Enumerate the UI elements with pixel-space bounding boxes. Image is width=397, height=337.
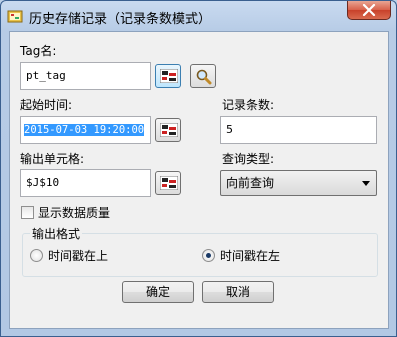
show-quality-checkbox[interactable]: [21, 206, 34, 219]
cell-picker-icon: [160, 176, 178, 190]
radio-timestamp-top-label: 时间戳在上: [48, 249, 109, 263]
show-quality-label: 显示数据质量: [38, 206, 111, 220]
magnifier-icon: [196, 69, 212, 85]
start-time-value: 2015-07-03 19:20:00: [24, 124, 145, 136]
tag-picker-button[interactable]: [155, 64, 181, 88]
radio-timestamp-left[interactable]: [202, 249, 215, 262]
output-format-title: 输出格式: [30, 225, 83, 242]
window-title: 历史存储记录（记录条数模式）: [29, 12, 212, 27]
radio-selected-dot: [206, 253, 211, 258]
tag-input[interactable]: pt_tag: [20, 62, 151, 90]
title-bar[interactable]: 历史存储记录（记录条数模式）: [1, 1, 396, 31]
cell-picker-icon: [160, 123, 178, 137]
close-button[interactable]: [347, 1, 391, 20]
tag-label: Tag名:: [20, 44, 57, 58]
record-count-input[interactable]: 5: [220, 116, 377, 144]
search-tag-button[interactable]: [190, 64, 216, 88]
cell-picker-icon: [160, 69, 178, 83]
dialog-window: 历史存储记录（记录条数模式） Tag名: pt_tag 起始时间: 2015-0…: [0, 0, 397, 337]
output-cell-label: 输出单元格:: [20, 152, 85, 166]
radio-timestamp-top[interactable]: [30, 249, 43, 262]
start-time-label: 起始时间:: [20, 98, 73, 112]
close-icon: [362, 4, 376, 16]
query-type-label: 查询类型:: [222, 152, 275, 166]
start-time-input[interactable]: 2015-07-03 19:20:00: [20, 116, 151, 144]
dropdown-arrow-icon: [362, 181, 370, 186]
app-icon: [7, 8, 23, 24]
ok-button[interactable]: 确定: [122, 281, 194, 303]
query-type-select[interactable]: 向前查询: [220, 170, 377, 196]
record-count-label: 记录条数:: [222, 98, 275, 112]
query-type-value: 向前查询: [226, 176, 275, 190]
start-time-picker-button[interactable]: [155, 118, 181, 142]
output-cell-input[interactable]: $J$10: [20, 169, 151, 197]
output-cell-picker-button[interactable]: [155, 171, 181, 195]
dialog-client-area: Tag名: pt_tag 起始时间: 2015-07-03 19:20:00 记…: [9, 31, 389, 329]
cancel-button[interactable]: 取消: [202, 281, 274, 303]
radio-timestamp-left-label: 时间戳在左: [220, 249, 281, 263]
